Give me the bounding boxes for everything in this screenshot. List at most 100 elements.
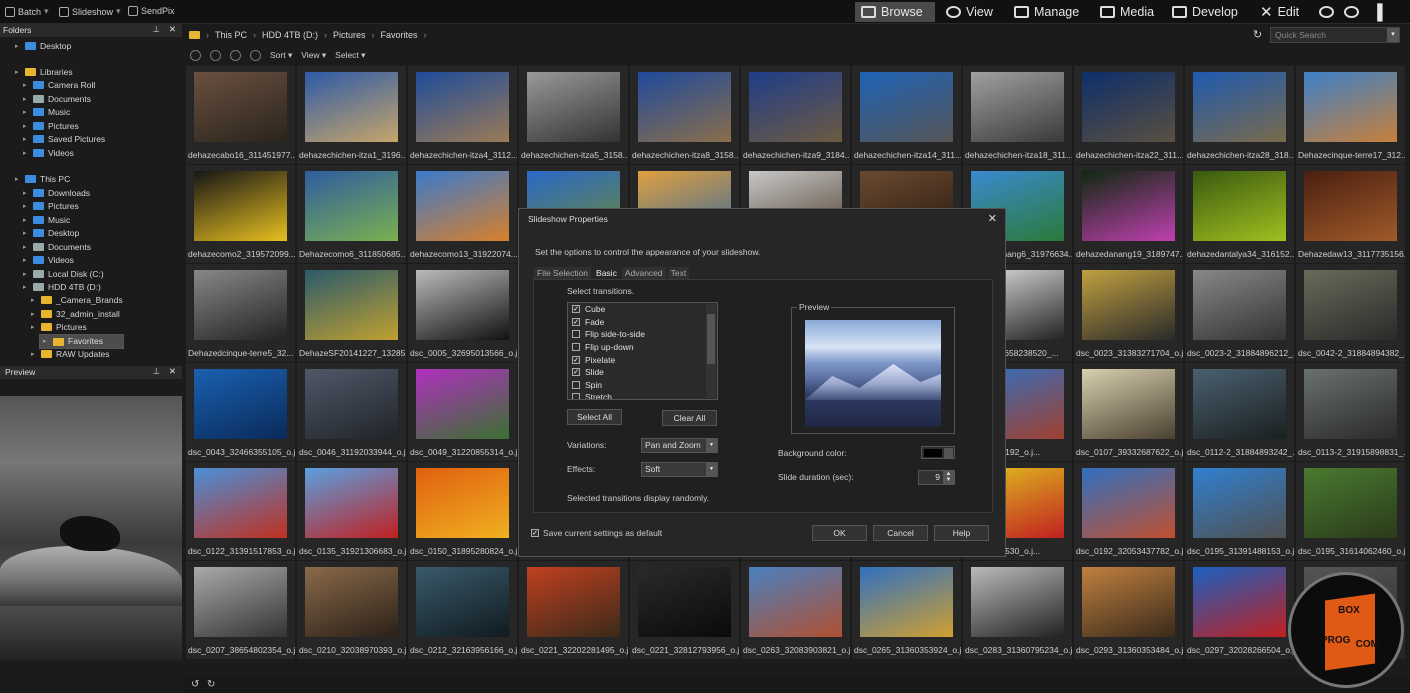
thumbnail-item[interactable]: dehazechichen-itza5_3158... (519, 66, 628, 164)
folder-item[interactable]: ▸ Downloads (23, 186, 90, 199)
thumbnail-item[interactable]: dsc_0005_32695013566_o.j... (408, 264, 517, 362)
search-input[interactable]: Quick Search ▾ (1270, 27, 1400, 43)
thumbnail-item[interactable]: dehazechichen-itza14_311... (852, 66, 961, 164)
sendpix-button[interactable]: SendPix (128, 6, 175, 16)
folder-item[interactable]: ▸ Pictures (23, 199, 79, 212)
transition-item[interactable]: Flip up-down (568, 341, 717, 354)
thumbnail-item[interactable]: dsc_0042-2_31884894382_... (1296, 264, 1405, 362)
breadcrumb-pictures[interactable]: Pictures (333, 30, 366, 40)
select-all-button[interactable]: Select All (567, 409, 622, 425)
thumbnail-item[interactable]: dsc_0263_32083903821_o.j... (741, 561, 850, 659)
thumbnail-item[interactable]: dsc_0043_32466355105_o.j... (186, 363, 295, 461)
thumbnail-item[interactable]: dsc_0210_32038970393_o.j... (297, 561, 406, 659)
expand-icon[interactable]: ▸ (23, 135, 29, 143)
ok-button[interactable]: OK (812, 525, 867, 541)
checkbox-icon[interactable]: ✓ (572, 317, 580, 326)
mode-browse[interactable]: Browse (855, 2, 935, 22)
folder-item[interactable]: ▸ 32_admin_install (31, 307, 120, 320)
save-default-checkbox[interactable]: ✓ Save current settings as default (531, 528, 662, 538)
tab-basic[interactable]: Basic (593, 267, 620, 279)
thumbnail-item[interactable]: Dehazecinque-terre17_312... (1296, 66, 1405, 164)
checkbox-icon[interactable]: ✓ (572, 368, 580, 377)
up-icon[interactable] (250, 49, 261, 61)
close-icon[interactable]: ✕ (169, 366, 176, 377)
expand-icon[interactable]: ▸ (23, 283, 29, 291)
transitions-scrollbar[interactable] (706, 304, 716, 398)
folder-item[interactable]: ▸ Desktop (23, 226, 79, 239)
expand-icon[interactable]: ▸ (23, 216, 29, 224)
slideshow-button[interactable]: Slideshow ▾ (59, 6, 121, 17)
checkbox-icon[interactable]: ✓ (572, 355, 580, 364)
thumbnail-item[interactable]: dehazechichen-itza8_3158... (630, 66, 739, 164)
sort-menu[interactable]: Sort ▾ (270, 50, 292, 61)
folder-item[interactable]: ▸ RAW Updates (31, 347, 110, 360)
thumbnail-item[interactable]: dehazechichen-itza1_3196... (297, 66, 406, 164)
select-menu[interactable]: Select ▾ (335, 50, 365, 61)
thumbnail-item[interactable]: dsc_0046_31192033944_o.j... (297, 363, 406, 461)
histogram-button[interactable]: ▐ (1366, 2, 1389, 22)
thumbnail-item[interactable]: dsc_0293_31360353484_o.j... (1074, 561, 1183, 659)
folder-item[interactable]: ▸ Music (23, 213, 70, 226)
transition-item[interactable]: Spin (568, 379, 717, 392)
folder-item[interactable]: ▸ Saved Pictures (23, 132, 105, 145)
expand-icon[interactable]: ▸ (31, 296, 37, 304)
home-icon[interactable] (190, 49, 201, 61)
thumbnail-item[interactable]: dsc_0212_32163956166_o.j... (408, 561, 517, 659)
thumbnail-item[interactable]: dsc_0221_32812793956_o.j... (630, 561, 739, 659)
transition-item[interactable]: ✓ Fade (568, 316, 717, 329)
effects-select[interactable]: Soft ▾ (641, 462, 718, 477)
thumbnail-item[interactable]: dsc_0207_38654802354_o.j... (186, 561, 295, 659)
thumbnail-item[interactable]: dsc_0107_39332687622_o.j... (1074, 363, 1183, 461)
thumbnail-item[interactable]: dsc_0112-2_31884893242_... (1185, 363, 1294, 461)
expand-icon[interactable]: ▸ (15, 175, 21, 183)
transition-item[interactable]: ✓ Pixelate (568, 353, 717, 366)
expand-icon[interactable]: ▸ (23, 108, 29, 116)
folder-item[interactable]: ▸ Libraries (15, 65, 73, 78)
folder-item[interactable]: ▸ Desktop (15, 39, 71, 52)
expand-icon[interactable]: ▸ (23, 81, 29, 89)
thumbnail-item[interactable]: dsc_0297_32028266504_o.j... (1185, 561, 1294, 659)
folder-item[interactable]: ▸ Pictures (31, 320, 87, 333)
stepper-arrows-icon[interactable]: ▲ ▼ (943, 471, 954, 484)
expand-icon[interactable]: ▸ (31, 323, 37, 331)
thumbnail-item[interactable]: dehazedanang19_3189747... (1074, 165, 1183, 263)
refresh-icon[interactable]: ↻ (1253, 28, 1262, 41)
folder-item[interactable]: ▸ Camera Roll (23, 78, 95, 91)
breadcrumb-favorites[interactable]: Favorites (381, 30, 418, 40)
folder-item[interactable]: ▸ This PC (15, 172, 70, 185)
folder-item[interactable]: ▸ Pictures (23, 119, 79, 132)
folder-item[interactable]: ▸ Local Disk (C:) (23, 267, 104, 280)
breadcrumb-this-pc[interactable]: This PC (215, 30, 247, 40)
thumbnail-item[interactable]: dehazedantalya34_316152... (1185, 165, 1294, 263)
thumbnail-item[interactable]: dsc_0283_31360795234_o.j... (963, 561, 1072, 659)
rotate-right-icon[interactable]: ↻ (207, 679, 215, 690)
tab-advanced[interactable]: Advanced (621, 267, 666, 279)
thumbnail-item[interactable]: dehazechichen-itza18_311... (963, 66, 1072, 164)
folder-item[interactable]: ▸ Videos (23, 253, 74, 266)
expand-icon[interactable]: ▸ (31, 350, 37, 358)
thumbnail-item[interactable]: dsc_0122_31391517853_o.j... (186, 462, 295, 560)
thumbnail-item[interactable]: dsc_0049_31220855314_o.j... (408, 363, 517, 461)
thumbnail-item[interactable]: dehazecabo16_311451977... (186, 66, 295, 164)
expand-icon[interactable]: ▸ (15, 68, 21, 76)
expand-icon[interactable]: ▸ (31, 310, 37, 318)
expand-icon[interactable]: ▸ (15, 42, 21, 50)
mode-edit[interactable]: ✕ Edit (1254, 2, 1305, 22)
thumbnail-item[interactable]: Dehazecomo6_311850685... (297, 165, 406, 263)
tab-file-selection[interactable]: File Selection (534, 267, 592, 279)
thumbnail-item[interactable]: dehazechichen-itza4_3112... (408, 66, 517, 164)
clear-all-button[interactable]: Clear All (662, 410, 717, 426)
thumbnail-item[interactable]: Dehazedaw13_3117735156... (1296, 165, 1405, 263)
transition-item[interactable]: ✓ Cube (568, 303, 717, 316)
sphere-button[interactable] (1313, 2, 1340, 22)
checkbox-icon[interactable] (572, 343, 580, 352)
dialog-close-icon[interactable]: ✕ (988, 212, 997, 225)
mode-media[interactable]: Media (1094, 2, 1160, 22)
checkbox-icon[interactable] (572, 380, 580, 389)
duration-stepper[interactable]: 9 ▲ ▼ (918, 470, 955, 485)
batch-button[interactable]: Batch ▾ (5, 6, 49, 17)
expand-icon[interactable]: ▸ (23, 202, 29, 210)
cancel-button[interactable]: Cancel (873, 525, 928, 541)
transition-item[interactable]: ✓ Slide (568, 366, 717, 379)
transition-item[interactable]: Stretch (568, 391, 717, 399)
